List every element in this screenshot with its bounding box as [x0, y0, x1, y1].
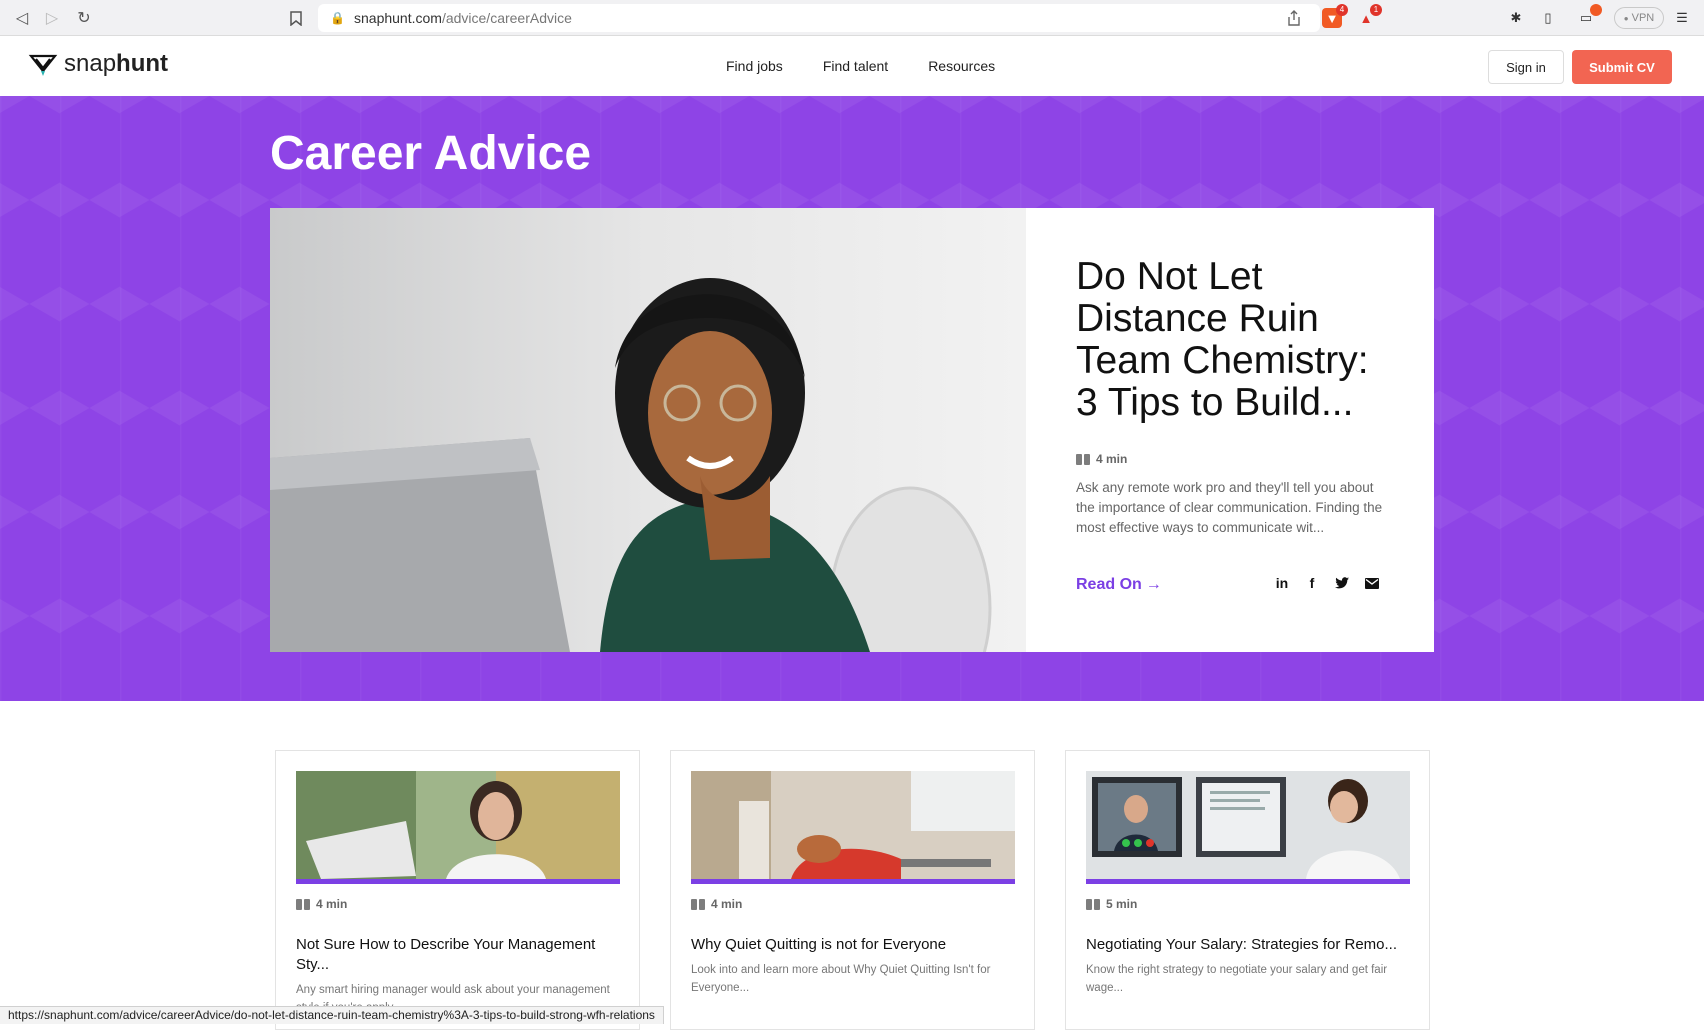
- article-card-image[interactable]: [296, 771, 620, 884]
- share-links: in f: [1274, 574, 1380, 592]
- twitter-icon[interactable]: [1334, 574, 1350, 592]
- featured-read-time: 4 min: [1076, 452, 1396, 466]
- article-card[interactable]: 5 min Negotiating Your Salary: Strategie…: [1065, 750, 1430, 1030]
- share-page-icon[interactable]: [1284, 8, 1304, 28]
- back-icon[interactable]: ◁: [12, 8, 32, 28]
- read-on-link[interactable]: Read On →: [1076, 576, 1162, 594]
- nav-resources[interactable]: Resources: [928, 58, 995, 74]
- submit-cv-button[interactable]: Submit CV: [1572, 50, 1672, 84]
- article-card-excerpt: Look into and learn more about Why Quiet…: [691, 964, 991, 994]
- read-time-label: 4 min: [316, 897, 348, 911]
- article-card-title[interactable]: Why Quiet Quitting is not for Everyone: [691, 935, 1011, 955]
- brave-shield-icon[interactable]: ▼ 4: [1322, 4, 1348, 28]
- book-icon: [1076, 453, 1090, 465]
- lock-icon: 🔒: [330, 11, 345, 25]
- vpn-label: VPN: [1631, 12, 1655, 24]
- wallet-icon[interactable]: ▭: [1576, 4, 1602, 28]
- logo-text-bold: hunt: [116, 50, 169, 77]
- sign-in-button[interactable]: Sign in: [1488, 50, 1564, 84]
- book-icon: [691, 898, 705, 910]
- site-header: snaphunt Find jobs Find talent Resources…: [0, 36, 1704, 96]
- read-on-label: Read On: [1076, 576, 1142, 593]
- vpn-button[interactable]: ● VPN: [1614, 7, 1664, 29]
- article-card-title[interactable]: Not Sure How to Describe Your Management…: [296, 935, 616, 975]
- article-cards: 4 min Not Sure How to Describe Your Mana…: [275, 750, 1430, 1030]
- nav-find-talent[interactable]: Find talent: [823, 58, 888, 74]
- menu-icon[interactable]: ☰: [1672, 8, 1692, 28]
- address-bar[interactable]: 🔒 snaphunt.com/advice/careerAdvice: [318, 4, 1320, 32]
- featured-article[interactable]: Do Not Let Distance Ruin Team Chemistry:…: [270, 208, 1434, 652]
- wallet-badge: [1590, 4, 1602, 16]
- read-time-label: 4 min: [711, 897, 743, 911]
- rewards-badge: 1: [1370, 4, 1382, 16]
- reload-icon[interactable]: ↻: [74, 8, 94, 28]
- logo-text-light: snap: [64, 50, 117, 77]
- snaphunt-logo[interactable]: snaphunt: [28, 50, 168, 78]
- article-card[interactable]: 4 min Not Sure How to Describe Your Mana…: [275, 750, 640, 1030]
- email-icon[interactable]: [1364, 574, 1380, 592]
- featured-article-text: Do Not Let Distance Ruin Team Chemistry:…: [1076, 256, 1396, 538]
- brave-badge: 4: [1336, 4, 1348, 16]
- browser-toolbar: ◁ ▷ ↻ 🔒 snaphunt.com/advice/careerAdvice…: [0, 0, 1704, 36]
- article-card-image[interactable]: [691, 771, 1015, 884]
- article-card-image[interactable]: [1086, 771, 1410, 884]
- link-status-bar: https://snaphunt.com/advice/careerAdvice…: [0, 1006, 664, 1024]
- book-icon: [1086, 898, 1100, 910]
- logo-mark-icon: [28, 54, 58, 76]
- article-card-excerpt: Know the right strategy to negotiate you…: [1086, 964, 1388, 994]
- nav-find-jobs[interactable]: Find jobs: [726, 58, 783, 74]
- page-title: Career Advice: [270, 127, 592, 180]
- facebook-icon[interactable]: f: [1304, 574, 1320, 592]
- bookmark-icon[interactable]: [286, 8, 306, 28]
- extensions-icon[interactable]: ✱: [1506, 8, 1526, 28]
- read-time-label: 4 min: [1096, 452, 1128, 466]
- card-read-time: 5 min: [1086, 897, 1137, 911]
- card-read-time: 4 min: [691, 897, 742, 911]
- article-card-title[interactable]: Negotiating Your Salary: Strategies for …: [1086, 935, 1406, 955]
- card-read-time: 4 min: [296, 897, 347, 911]
- featured-article-title[interactable]: Do Not Let Distance Ruin Team Chemistry:…: [1076, 256, 1396, 424]
- featured-article-excerpt: Ask any remote work pro and they'll tell…: [1076, 480, 1383, 535]
- url-path: /advice/careerAdvice: [441, 10, 572, 26]
- sidebar-toggle-icon[interactable]: ▯: [1538, 8, 1558, 28]
- read-time-label: 5 min: [1106, 897, 1138, 911]
- hero-section: Career Advice Do Not Let Distance Ruin T…: [0, 96, 1704, 701]
- brave-rewards-icon[interactable]: ▲ 1: [1356, 4, 1382, 28]
- main-nav: Find jobs Find talent Resources: [726, 58, 995, 74]
- article-card[interactable]: 4 min Why Quiet Quitting is not for Ever…: [670, 750, 1035, 1030]
- featured-article-image[interactable]: [270, 208, 1026, 652]
- arrow-right-icon: →: [1145, 576, 1162, 593]
- book-icon: [296, 898, 310, 910]
- url-domain: snaphunt.com: [354, 10, 442, 26]
- linkedin-icon[interactable]: in: [1274, 574, 1290, 592]
- forward-icon[interactable]: ▷: [42, 8, 62, 28]
